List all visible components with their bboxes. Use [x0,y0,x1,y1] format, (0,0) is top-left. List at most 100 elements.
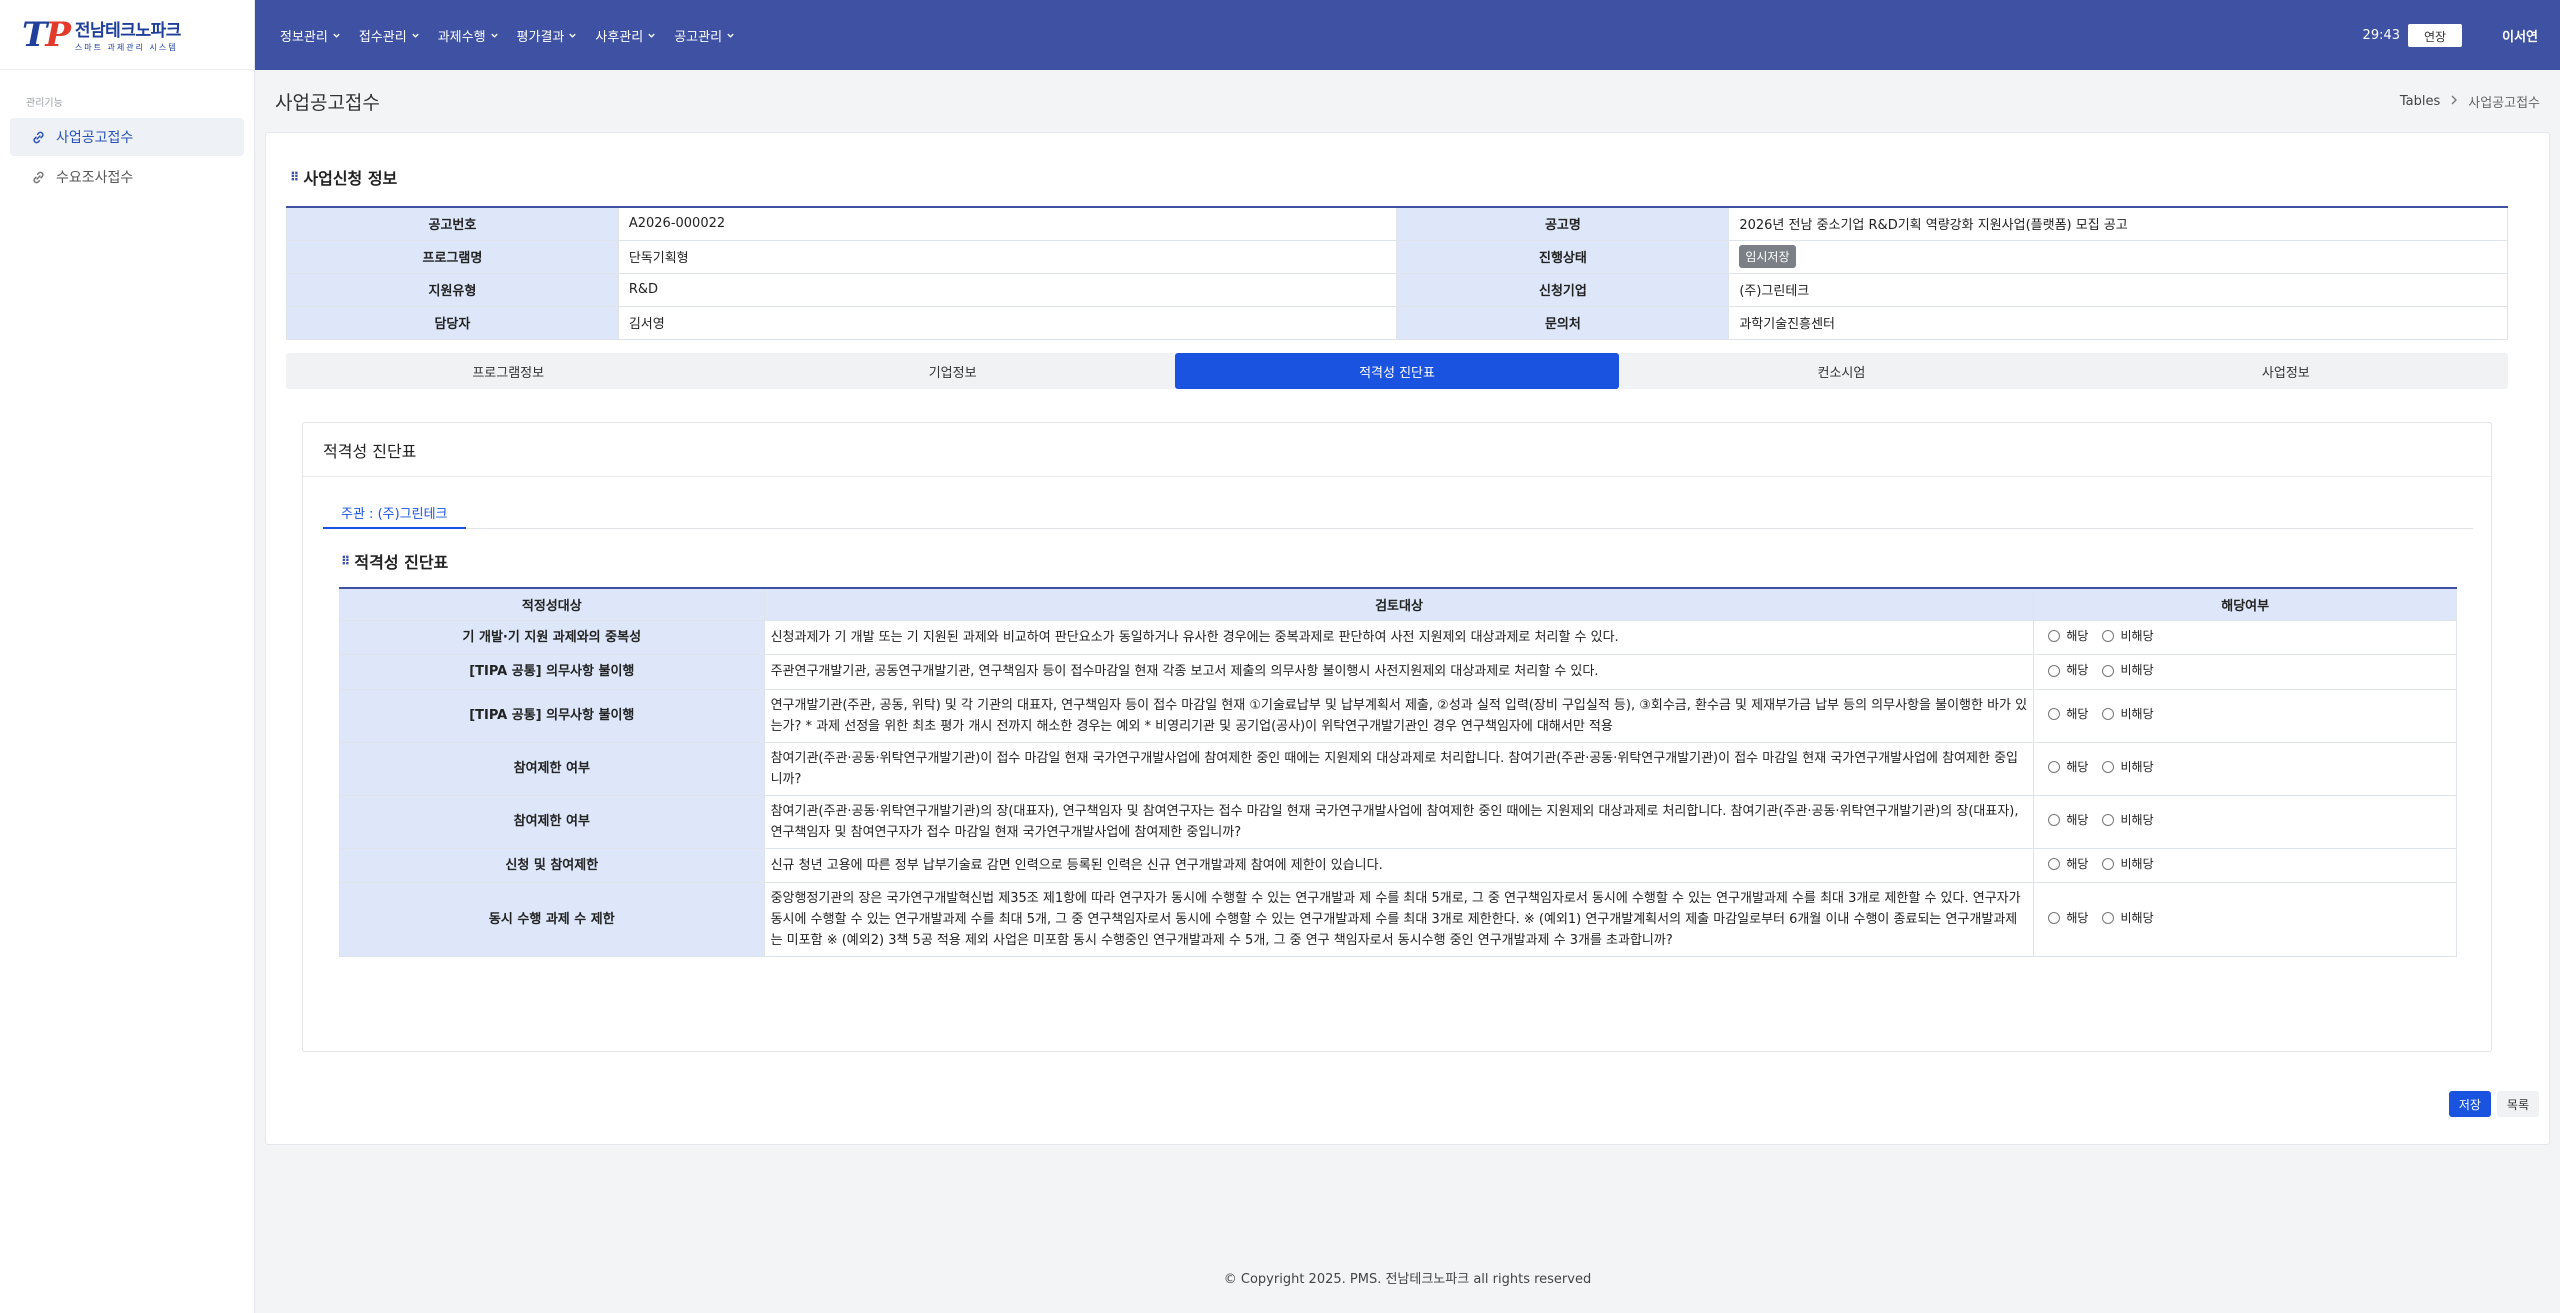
info-label: 담당자 [286,305,619,340]
radio-applicable[interactable]: 해당 [2048,810,2088,831]
info-value: (주)그린테크 [1728,272,2508,307]
main-menu: 정보관리 접수관리 과제수행 평가결과 사후관리 공고관리 [255,26,744,45]
radio-circle-icon [2048,761,2061,774]
check-description: 참여기관(주관·공동·위탁연구개발기관)의 장(대표자), 연구책임자 및 참여… [763,794,2035,849]
sidebar-item-business-notice[interactable]: 사업공고접수 [10,118,244,156]
check-target: 참여제한 여부 [339,794,765,849]
tab-consortium[interactable]: 컨소시엄 [1619,353,2063,389]
table-row: 참여제한 여부 참여기관(주관·공동·위탁연구개발기관)의 장(대표자), 연구책… [339,794,2457,849]
check-description: 참여기관(주관·공동·위탁연구개발기관)이 접수 마감일 현재 국가연구개발사업… [763,741,2035,796]
logo-title: 전남테크노파크 [74,21,181,41]
radio-circle-icon [2048,630,2061,642]
check-target: [TIPA 공통] 의무사항 불이행 [339,654,765,690]
sidebar: TP 전남테크노파크 스마트 과제관리 시스템 관리기능 사업공고접수 수요조사… [0,0,255,1313]
table-row: [TIPA 공통] 의무사항 불이행 주관연구개발기관, 공동연구개발기관, 연구… [339,654,2457,690]
link-icon [30,169,46,185]
tab-eligibility-diagnosis[interactable]: 적격성 진단표 [1174,353,1620,389]
radio-applicable[interactable]: 해당 [2048,757,2088,778]
info-label: 프로그램명 [286,239,619,274]
table-row: [TIPA 공통] 의무사항 불이행 연구개발기관(주관, 공동, 위탁) 및 각… [339,688,2457,743]
eligibility-table: 적정성대상 검토대상 해당여부 기 개발·기 지원 과제와의 중복성 신청과제가 … [339,587,2457,957]
page-title: 사업공고접수 [275,91,380,114]
subtab-lead-organization[interactable]: 주관 : (주)그린테크 [323,497,466,529]
radio-circle-icon [2048,912,2061,925]
user-name[interactable]: 이서연 [2502,26,2538,45]
info-label: 공고명 [1396,206,1730,241]
sidebar-item-demand-survey[interactable]: 수요조사접수 [10,158,244,196]
tab-business-info[interactable]: 사업정보 [2064,353,2508,389]
column-header: 검토대상 [763,587,2035,621]
info-value: 김서영 [617,305,1398,340]
radio-applicable[interactable]: 해당 [2048,660,2088,681]
info-value: R&D [617,272,1398,307]
tab-program-info[interactable]: 프로그램정보 [286,353,730,389]
radio-circle-icon [2048,814,2061,827]
breadcrumb-item-current: 사업공고접수 [2468,95,2540,111]
check-target: 신청 및 참여제한 [339,847,765,883]
eligibility-card-title: 적격성 진단표 [303,423,2491,477]
check-options: 해당 비해당 [2033,654,2457,690]
check-description: 주관연구개발기관, 공동연구개발기관, 연구책임자 등이 접수마감일 현재 각종… [763,654,2035,690]
radio-not-applicable[interactable]: 비해당 [2102,810,2154,831]
radio-circle-icon [2048,664,2061,677]
check-options: 해당 비해당 [2033,741,2457,796]
check-description: 신청과제가 기 개발 또는 기 지원된 과제와 비교하여 판단요소가 동일하거나… [763,619,2035,655]
check-target: 기 개발·기 지원 과제와의 중복성 [339,619,765,655]
info-value: A2026-000022 [617,206,1398,241]
check-options: 해당 비해당 [2033,794,2457,849]
section-title-application-info: ⠿ 사업신청 정보 [290,169,398,188]
menu-reception-management[interactable]: 접수관리 [350,26,429,45]
organization-subtabs: 주관 : (주)그린테크 [323,497,2473,529]
menu-task-execution[interactable]: 과제수행 [429,26,508,45]
radio-circle-icon [2102,708,2115,721]
check-options: 해당 비해당 [2033,882,2457,957]
info-label: 신청기업 [1396,272,1730,307]
table-row: 신청 및 참여제한 신규 청년 고용에 따른 정부 납부기술료 감면 인력으로 등… [339,847,2457,883]
table-row: 공고번호 A2026-000022 공고명 2026년 전남 중소기업 R&D기… [286,206,2508,241]
tab-company-info[interactable]: 기업정보 [730,353,1174,389]
radio-circle-icon [2102,858,2115,870]
radio-circle-icon [2048,858,2061,870]
chevron-down-icon [332,31,341,40]
info-label: 문의처 [1396,305,1730,340]
info-label: 지원유형 [286,272,619,307]
radio-applicable[interactable]: 해당 [2048,626,2088,647]
table-row: 담당자 김서영 문의처 과학기술진흥센터 [286,305,2508,340]
section-title-eligibility: ⠿ 적격성 진단표 [341,553,449,572]
radio-circle-icon [2102,814,2115,827]
check-description: 연구개발기관(주관, 공동, 위탁) 및 각 기관의 대표자, 연구책임자 등이… [763,688,2035,743]
application-info-table: 공고번호 A2026-000022 공고명 2026년 전남 중소기업 R&D기… [286,206,2508,340]
radio-not-applicable[interactable]: 비해당 [2102,660,2154,681]
radio-circle-icon [2048,708,2061,721]
radio-applicable[interactable]: 해당 [2048,854,2088,875]
menu-evaluation-results[interactable]: 평가결과 [508,26,587,45]
radio-not-applicable[interactable]: 비해당 [2102,626,2154,647]
radio-applicable[interactable]: 해당 [2048,704,2088,725]
logo-mark: TP [22,14,71,55]
chevron-down-icon [568,31,577,40]
chevron-down-icon [647,31,656,40]
breadcrumb-item-tables[interactable]: Tables [2400,94,2440,109]
application-tabs: 프로그램정보 기업정보 적격성 진단표 컨소시엄 사업정보 [286,353,2508,389]
save-button[interactable]: 저장 [2448,1091,2491,1117]
menu-notice-management[interactable]: 공고관리 [665,26,744,45]
radio-not-applicable[interactable]: 비해당 [2102,757,2154,778]
radio-circle-icon [2102,912,2115,925]
radio-circle-icon [2102,761,2115,774]
radio-not-applicable[interactable]: 비해당 [2102,854,2154,875]
logo[interactable]: TP 전남테크노파크 스마트 과제관리 시스템 [0,0,254,70]
list-button[interactable]: 목록 [2496,1091,2539,1117]
check-options: 해당 비해당 [2033,619,2457,655]
status-badge: 임시저장 [1739,245,1796,268]
table-row: 동시 수행 과제 수 제한 중앙행정기관의 장은 국가연구개발혁신법 제35조 제… [339,882,2457,957]
extend-session-button[interactable]: 연장 [2408,23,2463,47]
radio-not-applicable[interactable]: 비해당 [2102,908,2154,929]
menu-follow-up-management[interactable]: 사후관리 [586,26,665,45]
radio-circle-icon [2102,664,2115,677]
check-options: 해당 비해당 [2033,847,2457,883]
radio-not-applicable[interactable]: 비해당 [2102,704,2154,725]
grip-dots-icon: ⠿ [290,170,300,184]
radio-applicable[interactable]: 해당 [2048,908,2088,929]
menu-info-management[interactable]: 정보관리 [271,26,350,45]
table-row: 프로그램명 단독기획형 진행상태 임시저장 [286,239,2508,274]
